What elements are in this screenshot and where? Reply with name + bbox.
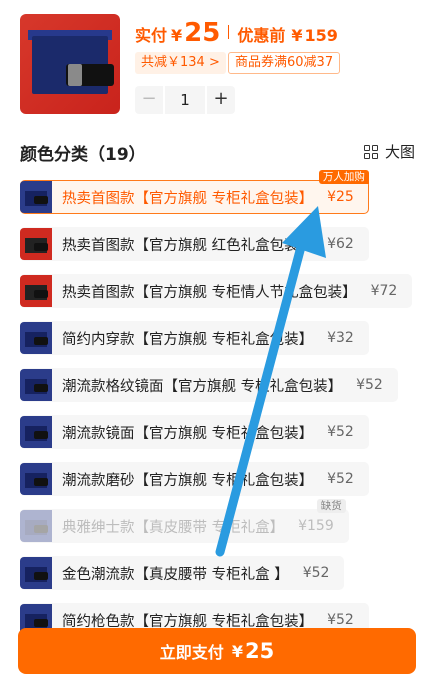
variant-thumbnail: [20, 369, 52, 401]
coupon-tag[interactable]: 商品券满60减37: [228, 52, 341, 74]
price-divider: [228, 25, 230, 39]
variant-option[interactable]: 热卖首图款【官方旗舰 红色礼盒包装】 ¥62: [20, 227, 369, 261]
variant-thumbnail: [20, 275, 52, 307]
variant-option[interactable]: 热卖首图款【官方旗舰 专柜情人节礼盒包装】 ¥72: [20, 274, 413, 308]
variant-name: 典雅绅士款【真皮腰带 专柜礼盒】: [62, 519, 285, 536]
variant-option[interactable]: 热卖首图款【官方旗舰 专柜礼盒包装】 ¥25 万人加购: [20, 170, 369, 214]
variant-name: 潮流款镜面【官方旗舰 专柜礼盒包装】: [62, 425, 314, 442]
variant-option[interactable]: 潮流款格纹镜面【官方旗舰 专柜礼盒包装】 ¥52: [20, 368, 398, 402]
original-price-currency: ¥: [291, 26, 303, 45]
variant-thumbnail: [20, 557, 52, 589]
belt-buckle: [68, 64, 82, 86]
top-edge: [0, 0, 434, 8]
discount-tag[interactable]: 共减￥134 >: [135, 52, 226, 74]
pay-amount: 25: [244, 639, 275, 663]
variant-price: ¥159: [298, 518, 334, 534]
variant-price: ¥25: [327, 189, 354, 205]
variant-option[interactable]: 潮流款磨砂【官方旗舰 专柜礼盒包装】 ¥52: [20, 462, 369, 496]
variant-name: 热卖首图款【官方旗舰 红色礼盒包装】: [62, 237, 314, 254]
variant-thumbnail: [20, 228, 52, 260]
variant-price: ¥52: [327, 471, 354, 487]
hot-badge: 万人加购: [318, 170, 369, 184]
variant-option[interactable]: 潮流款镜面【官方旗舰 专柜礼盒包装】 ¥52: [20, 415, 369, 449]
quantity-input[interactable]: 1: [165, 86, 205, 114]
variant-thumbnail: [20, 510, 52, 542]
variant-price: ¥32: [327, 330, 354, 346]
original-price-value: 159: [304, 26, 338, 45]
price-value: 25: [184, 18, 221, 48]
variant-price: ¥52: [327, 424, 354, 440]
variant-name: 简约内穿款【官方旗舰 专柜礼盒包装】: [62, 331, 314, 348]
price-label: 实付: [135, 26, 168, 45]
grid-icon: [364, 144, 378, 159]
variant-thumbnail: [20, 181, 52, 213]
variant-name: 热卖首图款【官方旗舰 专柜礼盒包装】: [62, 190, 314, 207]
big-view-label: 大图: [385, 143, 416, 161]
pay-now-button[interactable]: 立即支付 ¥ 25: [18, 628, 416, 674]
variant-option[interactable]: 金色潮流款【真皮腰带 专柜礼盒 】 ¥52: [20, 556, 345, 590]
big-view-toggle[interactable]: 大图: [364, 141, 415, 162]
original-price-label: 优惠前: [237, 26, 286, 45]
variant-option[interactable]: 简约内穿款【官方旗舰 专柜礼盒包装】 ¥32: [20, 321, 369, 355]
variant-name: 热卖首图款【官方旗舰 专柜情人节礼盒包装】: [62, 284, 357, 301]
product-image[interactable]: [20, 14, 120, 114]
variant-price: ¥62: [327, 236, 354, 252]
price-row: 实付 ¥ 25 优惠前 ¥ 159: [135, 18, 338, 48]
pay-currency: ¥: [231, 641, 243, 661]
pay-label: 立即支付: [159, 643, 224, 662]
price-currency: ¥: [171, 26, 183, 45]
section-title: 颜色分类（19）: [20, 145, 146, 165]
quantity-stepper: − 1 +: [135, 86, 235, 114]
variant-price: ¥52: [302, 565, 330, 581]
variant-thumbnail: [20, 322, 52, 354]
variant-price: ¥52: [356, 377, 383, 393]
decrease-button[interactable]: −: [135, 86, 163, 114]
variant-thumbnail: [20, 416, 52, 448]
variant-name: 潮流款磨砂【官方旗舰 专柜礼盒包装】: [62, 472, 314, 489]
variant-option[interactable]: 典雅绅士款【真皮腰带 专柜礼盒】 ¥159 缺货: [20, 499, 349, 543]
variant-name: 潮流款格纹镜面【官方旗舰 专柜礼盒包装】: [62, 378, 343, 395]
variant-price: ¥52: [327, 612, 354, 628]
variant-name: 金色潮流款【真皮腰带 专柜礼盒 】: [62, 566, 289, 583]
out-of-stock-badge: 缺货: [316, 499, 346, 513]
increase-button[interactable]: +: [207, 86, 235, 114]
variant-thumbnail: [20, 463, 52, 495]
variant-price: ¥72: [370, 283, 398, 299]
